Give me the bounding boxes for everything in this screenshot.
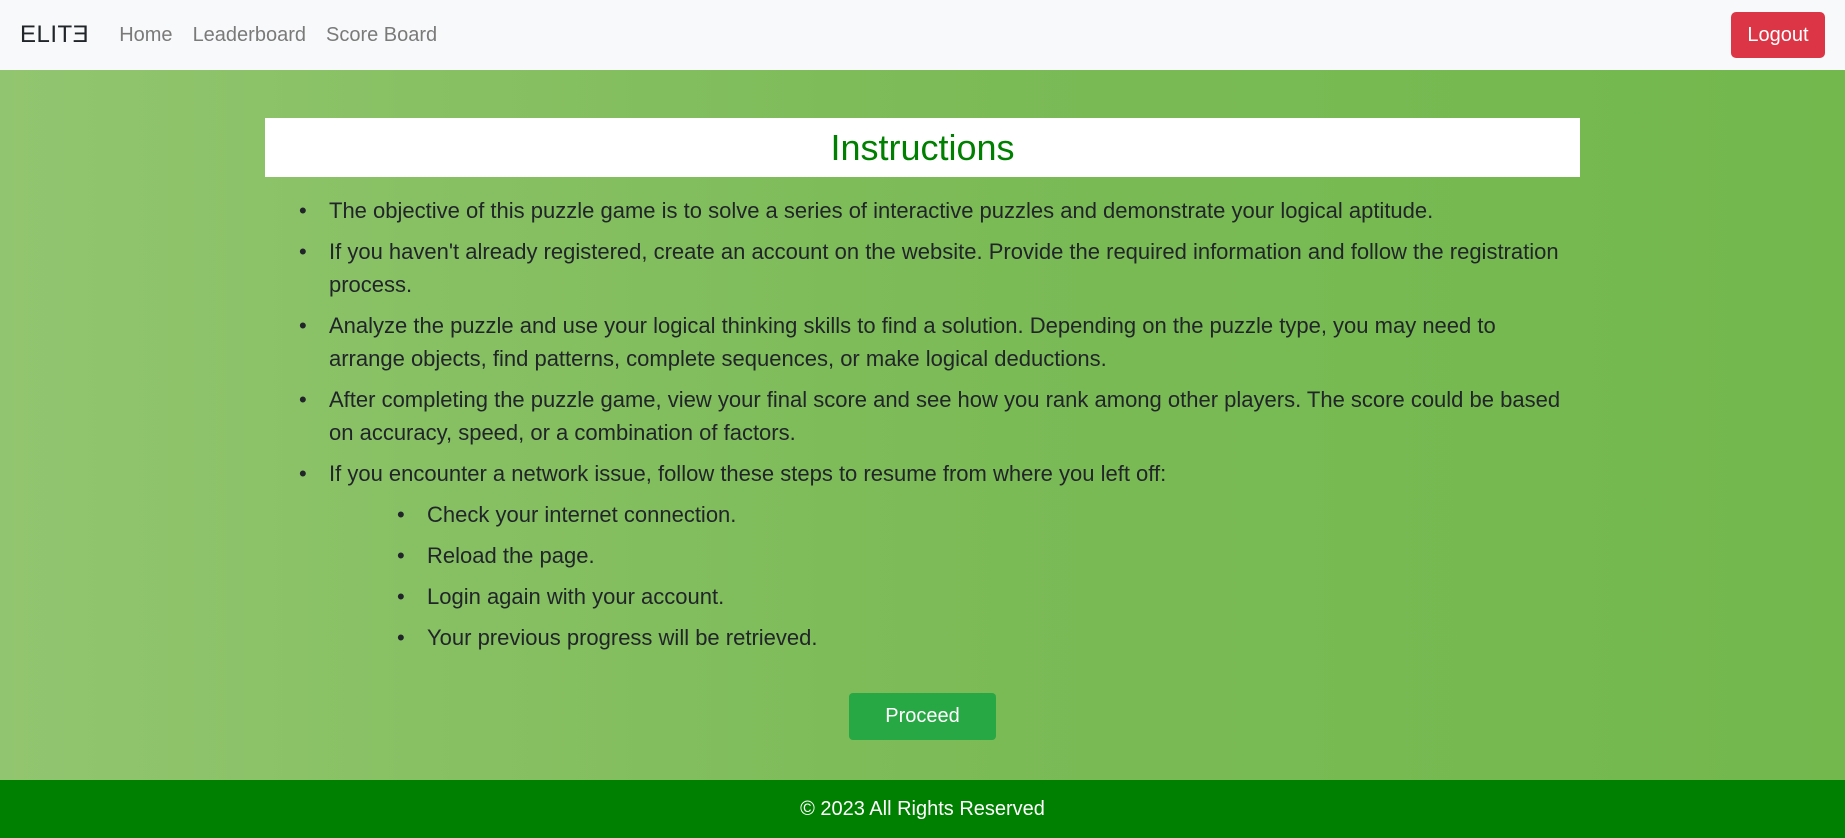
footer: © 2023 All Rights Reserved	[0, 780, 1845, 838]
page-title: Instructions	[830, 126, 1015, 168]
sub-list-item: Reload the page.	[397, 539, 1574, 572]
proceed-button[interactable]: Proceed	[849, 693, 996, 740]
instructions-list: The objective of this puzzle game is to …	[299, 194, 1574, 662]
list-item: Analyze the puzzle and use your logical …	[299, 309, 1574, 375]
nav-link-home[interactable]: Home	[119, 24, 172, 47]
list-item: After completing the puzzle game, view y…	[299, 383, 1574, 449]
list-item-text: After completing the puzzle game, view y…	[329, 387, 1561, 445]
nav-link-leaderboard[interactable]: Leaderboard	[193, 24, 306, 47]
brand-logo[interactable]: ELITƎ	[20, 21, 89, 49]
list-item: If you encounter a network issue, follow…	[299, 457, 1574, 654]
list-item: If you haven't already registered, creat…	[299, 235, 1574, 301]
navbar: ELITƎ Home Leaderboard Score Board Logou…	[0, 0, 1845, 70]
logout-button[interactable]: Logout	[1731, 12, 1825, 58]
network-steps-list: Check your internet connection. Reload t…	[397, 498, 1574, 654]
list-item-text: The objective of this puzzle game is to …	[329, 198, 1434, 223]
nav-link-score-board[interactable]: Score Board	[326, 24, 437, 47]
list-item-text: If you haven't already registered, creat…	[329, 239, 1559, 297]
copyright-text: © 2023 All Rights Reserved	[800, 797, 1045, 820]
sub-list-item: Your previous progress will be retrieved…	[397, 621, 1574, 654]
list-item: The objective of this puzzle game is to …	[299, 194, 1574, 227]
sub-list-item: Check your internet connection.	[397, 498, 1574, 531]
instructions-title-box: Instructions	[265, 118, 1580, 177]
list-item-text: If you encounter a network issue, follow…	[329, 461, 1167, 486]
list-item-text: Analyze the puzzle and use your logical …	[329, 313, 1496, 371]
sub-list-item: Login again with your account.	[397, 580, 1574, 613]
